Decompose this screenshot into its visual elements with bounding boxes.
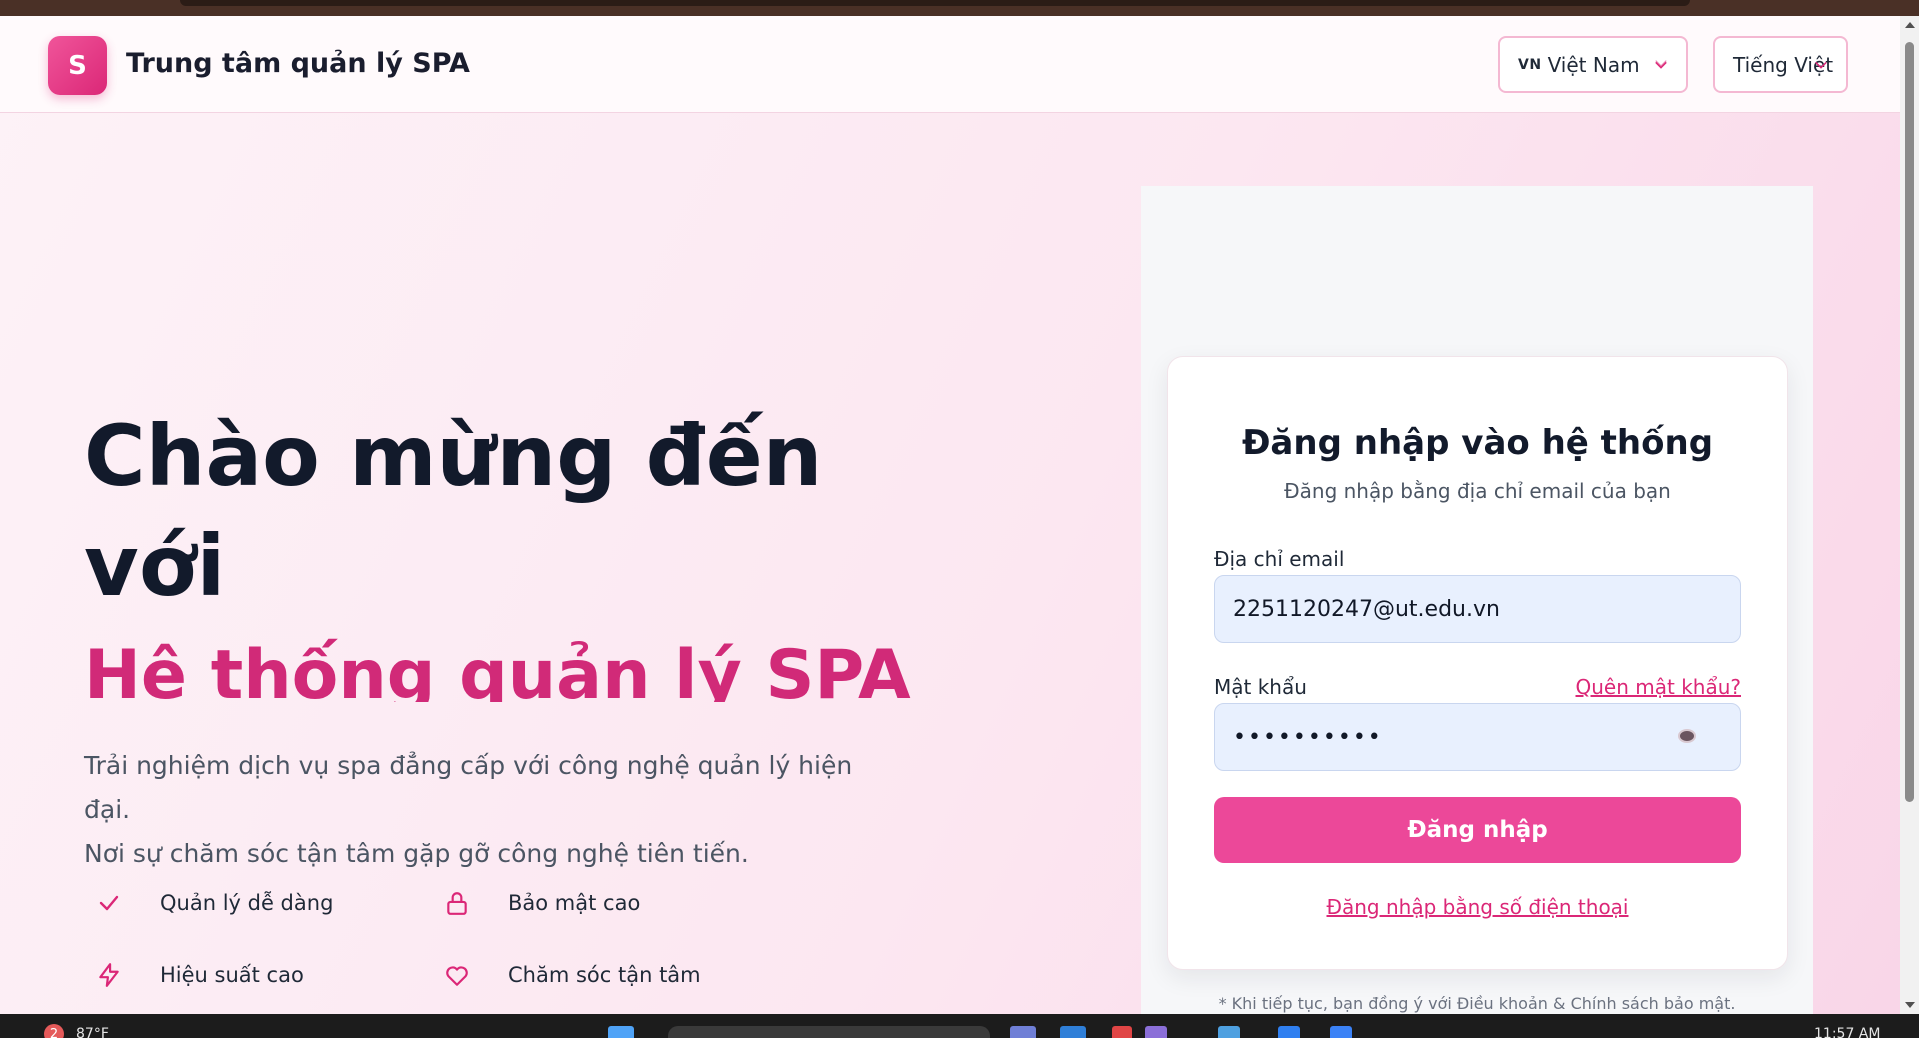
scroll-up-icon[interactable] <box>1905 22 1915 28</box>
brand-title: Trung tâm quản lý SPA <box>126 48 470 79</box>
browser-chrome <box>0 0 1919 16</box>
feature-item: Bảo mật cao <box>442 888 640 918</box>
taskbar-search[interactable] <box>668 1026 990 1038</box>
page-scrollbar[interactable] <box>1900 16 1919 1014</box>
phone-login-link[interactable]: Đăng nhập bằng số điện thoại <box>1168 895 1787 919</box>
browser-tabstrip <box>180 0 1690 6</box>
country-select[interactable]: VN Việt Nam <box>1498 36 1688 93</box>
taskbar-app-icon[interactable] <box>1145 1026 1167 1038</box>
feature-label: Chăm sóc tận tâm <box>508 963 701 987</box>
password-label: Mật khẩu <box>1214 675 1307 699</box>
feature-item: Hiệu suất cao <box>94 960 304 990</box>
heart-icon <box>442 960 472 990</box>
hero-description-line: Trải nghiệm dịch vụ spa đẳng cấp với côn… <box>84 751 853 824</box>
hero-subtitle: Hệ thống quản lý SPA <box>84 636 911 702</box>
hero-description-line: Nơi sự chăm sóc tận tâm gặp gỡ công nghệ… <box>84 839 749 868</box>
taskbar-app-icon[interactable] <box>1112 1026 1132 1038</box>
check-icon <box>94 888 124 918</box>
login-card: Đăng nhập vào hệ thống Đăng nhập bằng đị… <box>1167 356 1788 970</box>
windows-start-icon[interactable] <box>608 1026 634 1038</box>
hero-title: Chào mừng đến với <box>84 407 823 615</box>
email-label: Địa chỉ email <box>1214 547 1345 571</box>
feature-item: Chăm sóc tận tâm <box>442 960 701 990</box>
taskbar-clock[interactable]: 11:57 AM <box>1814 1026 1880 1038</box>
taskbar-app-icon[interactable] <box>1218 1026 1240 1038</box>
forgot-password-link[interactable]: Quên mật khẩu? <box>1576 675 1742 699</box>
taskbar-app-icon[interactable] <box>1010 1026 1036 1038</box>
show-password-icon[interactable] <box>1678 729 1696 743</box>
email-field[interactable] <box>1214 575 1741 643</box>
chevron-down-icon <box>1655 60 1667 69</box>
feature-label: Quản lý dễ dàng <box>160 891 334 915</box>
hero-description: Trải nghiệm dịch vụ spa đẳng cấp với côn… <box>84 744 904 876</box>
chevron-down-icon <box>1815 61 1827 69</box>
feature-item: Quản lý dễ dàng <box>94 888 333 918</box>
flag-icon: VN <box>1518 56 1542 73</box>
weather-temperature[interactable]: 87°F <box>76 1026 109 1038</box>
lightning-icon <box>94 960 124 990</box>
password-field[interactable] <box>1214 703 1741 771</box>
taskbar-app-icon[interactable] <box>1330 1026 1352 1038</box>
taskbar-app-icon[interactable] <box>1278 1026 1300 1038</box>
app-header: S Trung tâm quản lý SPA VN Việt Nam Tiến… <box>0 16 1900 113</box>
country-select-label: Việt Nam <box>1547 52 1640 77</box>
login-subtitle: Đăng nhập bằng địa chỉ email của bạn <box>1284 479 1671 503</box>
notification-badge[interactable]: 2 <box>44 1024 64 1038</box>
taskbar: 2 87°F 11:57 AM <box>0 1014 1919 1038</box>
login-button[interactable]: Đăng nhập <box>1214 797 1741 863</box>
scrollbar-thumb[interactable] <box>1905 42 1914 802</box>
terms-note: * Khi tiếp tục, bạn đồng ý với Điều khoả… <box>1218 994 1736 1013</box>
logo: S <box>48 36 107 95</box>
language-select[interactable]: Tiếng Việt <box>1713 36 1848 93</box>
login-title: Đăng nhập vào hệ thống <box>1241 423 1714 463</box>
feature-label: Bảo mật cao <box>508 891 641 915</box>
taskbar-app-icon[interactable] <box>1060 1026 1086 1038</box>
scroll-down-icon[interactable] <box>1905 1002 1915 1008</box>
feature-label: Hiệu suất cao <box>160 963 304 987</box>
page: S Trung tâm quản lý SPA VN Việt Nam Tiến… <box>0 16 1900 1014</box>
lock-icon <box>442 888 472 918</box>
